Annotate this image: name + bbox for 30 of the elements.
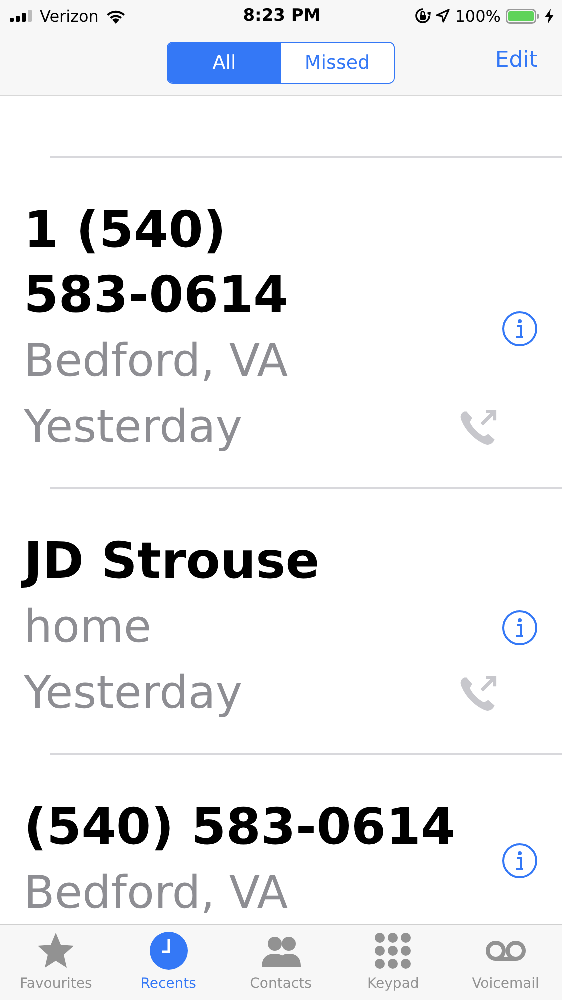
caller-name: 1 (540) 583-0614 bbox=[24, 200, 290, 326]
call-date: Yesterday bbox=[24, 665, 242, 721]
location-icon bbox=[436, 9, 450, 23]
signal-icon bbox=[10, 10, 34, 22]
info-icon[interactable] bbox=[502, 842, 538, 878]
keypad-icon bbox=[373, 931, 414, 971]
clock-icon bbox=[148, 931, 189, 971]
rotation-lock-icon bbox=[415, 8, 432, 24]
battery-percent: 100% bbox=[455, 6, 501, 26]
caller-detail: home bbox=[24, 599, 153, 655]
tab-bar-item[interactable]: Contacts bbox=[224, 925, 338, 1000]
segment-tab[interactable]: All bbox=[168, 42, 281, 82]
tab-bar-item[interactable]: Keypad bbox=[337, 925, 450, 1000]
battery-icon bbox=[506, 8, 540, 24]
call-date: Yesterday bbox=[24, 399, 242, 455]
edit-button[interactable]: Edit bbox=[495, 48, 538, 73]
caller-detail: Bedford, VA bbox=[24, 333, 290, 389]
tab-bar-item[interactable]: Favourites bbox=[0, 925, 112, 1000]
clock-time: 8:23 PM bbox=[243, 6, 321, 26]
info-icon[interactable] bbox=[502, 311, 538, 347]
caller-detail: Bedford, VA bbox=[24, 865, 290, 921]
tab-bar-item[interactable]: Recents bbox=[112, 925, 225, 1000]
caller-name: (540) 583-0614 bbox=[24, 797, 457, 858]
segment-tab[interactable]: Missed bbox=[281, 42, 394, 82]
charging-bolt-icon bbox=[545, 8, 554, 24]
carrier-name: Verizon bbox=[40, 6, 99, 26]
info-icon[interactable] bbox=[502, 610, 538, 646]
tab-bar-item[interactable]: Voicemail bbox=[450, 925, 562, 1000]
star-icon bbox=[36, 931, 76, 971]
wifi-icon bbox=[104, 8, 127, 24]
